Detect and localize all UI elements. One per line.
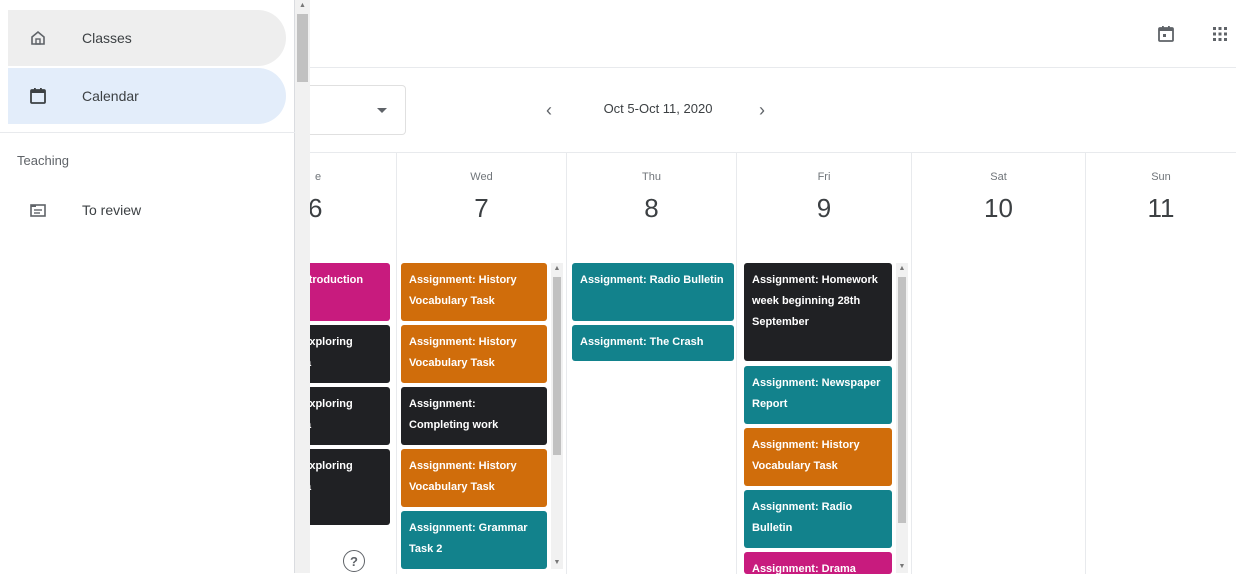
- day-name: Wed: [470, 171, 493, 183]
- day-number: 9: [816, 193, 832, 223]
- assignment-card[interactable]: Assignment: Newspaper Report: [744, 366, 892, 424]
- assignment-card[interactable]: Exploring ia: [300, 387, 390, 445]
- day-name: Sun: [1151, 171, 1171, 183]
- divider: [0, 132, 295, 133]
- day-column-tue: e 6 ntroduction Exploring ia Exploring i…: [300, 153, 397, 574]
- nav-item-label: Classes: [82, 30, 132, 46]
- assignment-card[interactable]: Assignment: History Vocabulary Task: [401, 449, 547, 507]
- assignment-card[interactable]: Assignment: Grammar Task 2: [401, 511, 547, 569]
- scroll-up-icon[interactable]: ▲: [295, 2, 310, 9]
- day-name: Sat: [990, 171, 1007, 183]
- day-number: 6: [308, 193, 323, 223]
- nav-item-classes[interactable]: Classes: [8, 10, 286, 66]
- fri-scrollbar[interactable]: ▲ ▼: [896, 263, 908, 573]
- day-column-fri: Fri 9 Assignment: Homework week beginnin…: [737, 153, 912, 574]
- chevron-down-icon: [377, 108, 387, 113]
- day-column-sun: Sun 11: [1086, 153, 1236, 574]
- scroll-down-icon[interactable]: ▼: [896, 561, 908, 573]
- scrollbar-thumb[interactable]: [297, 14, 308, 82]
- day-number: 7: [474, 193, 489, 223]
- day-number: 11: [1147, 193, 1175, 223]
- scroll-up-icon[interactable]: ▲: [551, 263, 563, 275]
- assignment-card[interactable]: Assignment: Completing work: [401, 387, 547, 445]
- class-select-dropdown[interactable]: [300, 85, 406, 135]
- wed-scrollbar[interactable]: ▲ ▼: [551, 263, 563, 569]
- home-icon: [26, 26, 50, 50]
- day-name: Fri: [817, 171, 831, 183]
- assignment-card[interactable]: Assignment: Homework week beginning 28th…: [744, 263, 892, 361]
- assignment-card[interactable]: Assignment: The Crash: [572, 325, 734, 361]
- nav-item-label: To review: [82, 202, 142, 218]
- assignment-card[interactable]: Assignment: Drama: [744, 552, 892, 574]
- navigation-drawer: Classes Calendar Teaching To review: [0, 0, 295, 573]
- assignment-card[interactable]: ntroduction: [300, 263, 390, 321]
- drawer-scrollbar[interactable]: ▲: [295, 0, 310, 573]
- scroll-down-icon[interactable]: ▼: [551, 557, 563, 569]
- week-range-label: Oct 5-Oct 11, 2020: [603, 101, 713, 116]
- nav-item-calendar[interactable]: Calendar: [8, 68, 286, 124]
- day-number: 10: [984, 193, 1013, 223]
- assignment-card[interactable]: Assignment: History Vocabulary Task: [401, 263, 547, 321]
- day-number: 8: [644, 193, 659, 223]
- scrollbar-thumb[interactable]: [553, 277, 561, 455]
- scrollbar-thumb[interactable]: [898, 277, 906, 523]
- apps-grid-icon[interactable]: [1208, 22, 1232, 46]
- previous-week-button[interactable]: ‹: [537, 98, 561, 122]
- day-name: e: [315, 171, 322, 183]
- day-name: Thu: [642, 171, 661, 183]
- assignment-card[interactable]: Assignment: Radio Bulletin: [744, 490, 892, 548]
- day-column-wed: Wed 7 Assignment: History Vocabulary Tas…: [397, 153, 567, 574]
- nav-item-to-review[interactable]: To review: [8, 182, 286, 238]
- day-column-sat: Sat 10: [912, 153, 1086, 574]
- next-week-button[interactable]: ›: [750, 98, 774, 122]
- assignment-card[interactable]: Assignment: Radio Bulletin: [572, 263, 734, 321]
- section-label-teaching: Teaching: [17, 153, 70, 168]
- assignment-card[interactable]: Exploring ia: [300, 449, 390, 525]
- inbox-icon: [26, 198, 50, 222]
- calendar-icon: [26, 84, 50, 108]
- assignment-card[interactable]: Assignment: History Vocabulary Task: [401, 325, 547, 383]
- help-icon[interactable]: ?: [343, 550, 365, 572]
- assignment-card[interactable]: Assignment: History Vocabulary Task: [744, 428, 892, 486]
- assignment-card[interactable]: Exploring ia: [300, 325, 390, 383]
- scroll-up-icon[interactable]: ▲: [896, 263, 908, 275]
- calendar-icon[interactable]: [1154, 22, 1178, 46]
- calendar-grid: e 6 ntroduction Exploring ia Exploring i…: [300, 152, 1236, 574]
- nav-item-label: Calendar: [82, 88, 139, 104]
- day-column-thu: Thu 8 Assignment: Radio Bulletin Assignm…: [567, 153, 737, 574]
